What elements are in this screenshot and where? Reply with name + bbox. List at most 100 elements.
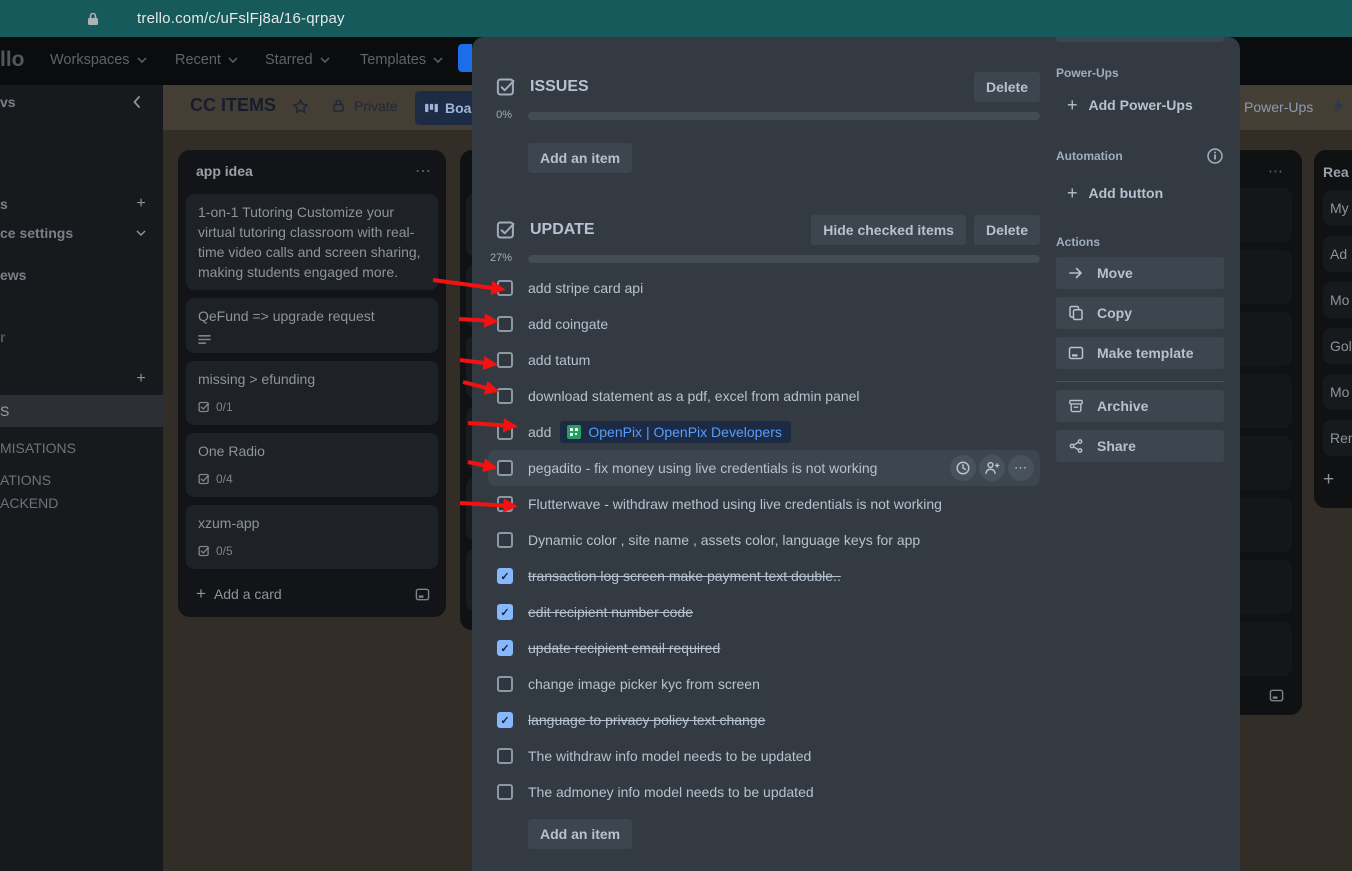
board-card[interactable]: One Radio0/4	[186, 433, 438, 497]
list-title[interactable]: Rea	[1323, 164, 1352, 180]
checklist-item[interactable]: The withdraw info model needs to be upda…	[496, 738, 1040, 774]
checkbox[interactable]: ✓	[497, 712, 513, 728]
board-card[interactable]: Ren	[1323, 420, 1352, 456]
delete-checklist-button[interactable]: Delete	[974, 215, 1040, 245]
checklist-item[interactable]: ✓edit recipient number code	[496, 594, 1040, 630]
openpix-link[interactable]: OpenPix | OpenPix Developers	[560, 421, 791, 443]
checklist-item[interactable]: pegadito - fix money using live credenti…	[488, 450, 1040, 486]
board-card[interactable]: Mo	[1323, 374, 1352, 410]
checkbox[interactable]	[497, 676, 513, 692]
checklist-item[interactable]: change image picker kyc from screen	[496, 666, 1040, 702]
due-date-button[interactable]	[950, 455, 976, 481]
add-automation-button[interactable]: + Add button	[1056, 182, 1224, 204]
board-card[interactable]	[1234, 374, 1292, 428]
board-card[interactable]: Gol	[1323, 328, 1352, 364]
board-card[interactable]: xzum-app0/5	[186, 505, 438, 569]
board-card[interactable]	[1234, 250, 1292, 304]
checkbox[interactable]	[497, 352, 513, 368]
sidebar-item[interactable]: s +	[0, 193, 163, 215]
make-template-button[interactable]: Make template	[1056, 337, 1224, 369]
list-title[interactable]: app idea	[196, 163, 415, 179]
collapse-sidebar-icon[interactable]	[121, 87, 151, 117]
sidebar-item[interactable]: ATIONS	[0, 469, 163, 491]
board-card[interactable]: My	[1323, 190, 1352, 226]
add-item-button[interactable]: Add an item	[528, 143, 632, 173]
checkbox[interactable]: ✓	[497, 568, 513, 584]
checklist-item[interactable]: download statement as a pdf, excel from …	[496, 378, 1040, 414]
sidebar-item[interactable]: r	[0, 326, 163, 348]
move-button[interactable]: Move	[1056, 257, 1224, 289]
checkbox[interactable]	[497, 784, 513, 800]
board-card[interactable]: QeFund => upgrade request	[186, 298, 438, 353]
archive-button[interactable]: Archive	[1056, 390, 1224, 422]
checkbox[interactable]: ✓	[497, 604, 513, 620]
checkbox[interactable]	[497, 424, 513, 440]
item-more-button[interactable]: ⋯	[1008, 455, 1034, 481]
checklist-item[interactable]: add coingate	[496, 306, 1040, 342]
checklist-item[interactable]: ✓update recipient email required	[496, 630, 1040, 666]
sidebar-item-selected[interactable]: S	[0, 395, 163, 427]
sidebar-button-fragment[interactable]	[1056, 37, 1224, 42]
board-card[interactable]	[1234, 188, 1292, 242]
nav-workspaces[interactable]: Workspaces	[50, 52, 147, 68]
checkbox[interactable]	[497, 280, 513, 296]
privacy-label[interactable]: Private	[354, 98, 398, 114]
board-card[interactable]	[1234, 436, 1292, 490]
sidebar-item[interactable]: +	[0, 368, 163, 390]
plus-icon[interactable]: +	[130, 193, 152, 215]
checklist-item[interactable]: Flutterwave - withdraw method using live…	[496, 486, 1040, 522]
nav-starred[interactable]: Starred	[265, 52, 330, 68]
list-menu-icon[interactable]: ⋯	[415, 161, 432, 181]
plus-icon[interactable]: +	[130, 368, 152, 390]
board-card[interactable]	[1234, 312, 1292, 366]
list-menu-icon[interactable]: ⋯	[1268, 162, 1284, 180]
delete-checklist-button[interactable]: Delete	[974, 72, 1040, 102]
board-powerups-button[interactable]: Power-Ups	[1244, 99, 1313, 115]
card-template-icon[interactable]	[415, 587, 430, 602]
add-card-button[interactable]: +	[1323, 469, 1352, 491]
board-card[interactable]: 1-on-1 Tutoring Customize your virtual t…	[186, 194, 438, 290]
trello-logo[interactable]: llo	[0, 48, 25, 72]
checklist-item[interactable]: ✓transaction log screen make payment tex…	[496, 558, 1040, 594]
url-text[interactable]: trello.com/c/uFslFj8a/16-qrpay	[137, 10, 345, 27]
assign-button[interactable]	[979, 455, 1005, 481]
checklist-item[interactable]: ✓language to privacy policy text change	[496, 702, 1040, 738]
board-card[interactable]: Ad	[1323, 236, 1352, 272]
board-view-button[interactable]: Boa	[415, 91, 475, 125]
add-powerups-button[interactable]: + Add Power-Ups	[1056, 94, 1224, 116]
hide-checked-items-button[interactable]: Hide checked items	[811, 215, 966, 245]
add-item-button[interactable]: Add an item	[528, 819, 632, 849]
nav-templates[interactable]: Templates	[360, 52, 443, 68]
checklist-item[interactable]: add stripe card api	[496, 270, 1040, 306]
board-title[interactable]: CC ITEMS	[190, 95, 276, 116]
checklist-item[interactable]: addOpenPix | OpenPix Developers	[496, 414, 1040, 450]
sidebar-item[interactable]: ACKEND	[0, 492, 163, 514]
board-card[interactable]: missing > efunding0/1	[186, 361, 438, 425]
bolt-icon[interactable]	[1332, 97, 1345, 115]
sidebar-top-item[interactable]: vs	[0, 91, 163, 113]
nav-recent[interactable]: Recent	[175, 52, 238, 68]
board-card[interactable]	[1234, 498, 1292, 552]
copy-button[interactable]: Copy	[1056, 297, 1224, 329]
sidebar-item[interactable]: MISATIONS	[0, 437, 163, 459]
checkbox[interactable]	[497, 388, 513, 404]
board-card[interactable]	[1234, 622, 1292, 676]
checkbox[interactable]	[497, 460, 513, 476]
sidebar-item-workspace-settings[interactable]: ce settings	[0, 222, 163, 244]
board-card[interactable]	[1234, 560, 1292, 614]
checklist-item[interactable]: The admoney info model needs to be updat…	[496, 774, 1040, 810]
checkbox[interactable]	[497, 496, 513, 512]
add-card-button[interactable]: +Add a card	[186, 581, 438, 607]
create-button-fragment[interactable]	[458, 44, 472, 72]
checkbox[interactable]: ✓	[497, 640, 513, 656]
browser-url-bar[interactable]: trello.com/c/uFslFj8a/16-qrpay	[0, 0, 1352, 37]
checkbox[interactable]	[497, 316, 513, 332]
share-button[interactable]: Share	[1056, 430, 1224, 462]
checkbox[interactable]	[497, 748, 513, 764]
checklist-item[interactable]: Dynamic color , site name , assets color…	[496, 522, 1040, 558]
board-card[interactable]: Mo	[1323, 282, 1352, 318]
sidebar-item-views[interactable]: ews	[0, 264, 163, 286]
checkbox[interactable]	[497, 532, 513, 548]
star-icon[interactable]	[292, 98, 309, 115]
info-icon[interactable]	[1206, 147, 1224, 165]
